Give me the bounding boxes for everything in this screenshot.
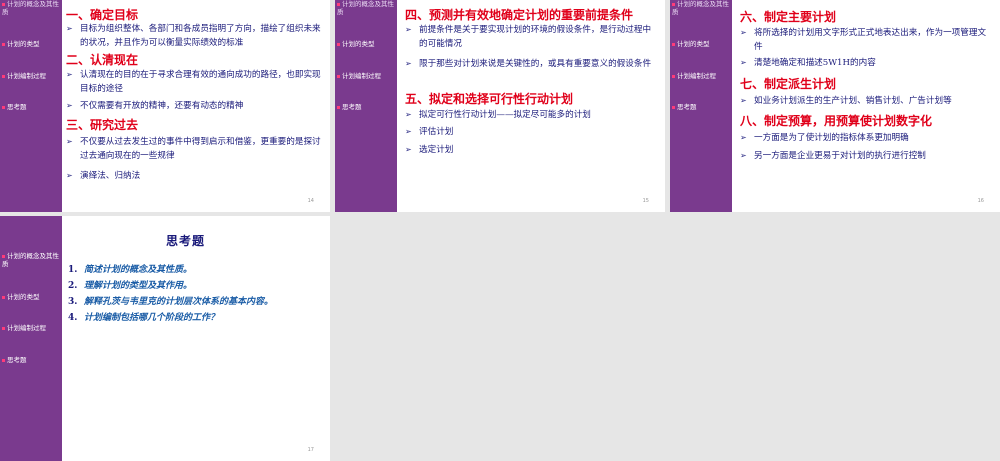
section-heading: 二、认清现在 bbox=[66, 53, 139, 67]
slide-sidebar: 计划的概念及其性质 计划的类型 计划编制过程 思考题 bbox=[335, 0, 397, 212]
arrow-bullet-icon: ➢ bbox=[405, 145, 412, 154]
slide-content: 六、制定主要计划 ➢ 将所选择的计划用文字形式正式地表达出来，作为一项管理文件 ➢… bbox=[732, 0, 1000, 212]
page-title: 思考题 bbox=[166, 234, 206, 248]
arrow-bullet-icon: ➢ bbox=[740, 133, 747, 142]
nav-item-questions[interactable]: 思考题 bbox=[672, 103, 732, 111]
page-number: 15 bbox=[642, 198, 649, 204]
bullet-item: ➢ 清楚地确定和描述5W1H的内容 bbox=[740, 58, 876, 68]
nav-item-process[interactable]: 计划编制过程 bbox=[337, 72, 397, 80]
slide-thumbnail-15[interactable]: 计划的概念及其性质 计划的类型 计划编制过程 思考题 四、预测并有效地确定计划的… bbox=[335, 0, 665, 212]
page-number: 14 bbox=[307, 198, 314, 204]
nav-item-types[interactable]: 计划的类型 bbox=[2, 293, 62, 301]
bullet-item: ➢ 不仅要从过去发生过的事件中得到启示和借鉴，更重要的是探讨过去通向现在的一些规律 bbox=[66, 137, 321, 161]
slide-thumbnail-17[interactable]: 计划的概念及其性质 计划的类型 计划编制过程 思考题 思考题 1. 简述计划的概念… bbox=[0, 216, 330, 461]
section-heading: 四、预测并有效地确定计划的重要前提条件 bbox=[405, 8, 634, 22]
section-heading: 一、确定目标 bbox=[66, 8, 139, 22]
nav-item-concept[interactable]: 计划的概念及其性质 bbox=[2, 252, 62, 268]
arrow-bullet-icon: ➢ bbox=[66, 137, 73, 146]
bullet-item: ➢ 认清现在的目的在于寻求合理有效的通向成功的路径，也即实现目标的途径 bbox=[66, 70, 321, 94]
bullet-item: ➢ 如业务计划派生的生产计划、销售计划、广告计划等 bbox=[740, 96, 952, 106]
arrow-bullet-icon: ➢ bbox=[740, 28, 747, 37]
page-number: 16 bbox=[977, 198, 984, 204]
arrow-bullet-icon: ➢ bbox=[740, 96, 747, 105]
nav-item-process[interactable]: 计划编制过程 bbox=[2, 72, 62, 80]
nav-item-types[interactable]: 计划的类型 bbox=[337, 40, 397, 48]
bullet-item: ➢ 不仅需要有开放的精神，还要有动态的精神 bbox=[66, 101, 244, 111]
section-heading: 八、制定预算，用预算使计划数字化 bbox=[740, 114, 933, 128]
bullet-item: ➢ 限于那些对计划来说是关键性的，或具有重要意义的假设条件 bbox=[405, 59, 652, 69]
slide-sidebar: 计划的概念及其性质 计划的类型 计划编制过程 思考题 bbox=[0, 0, 62, 212]
arrow-bullet-icon: ➢ bbox=[66, 101, 73, 110]
bullet-item: ➢ 评估计划 bbox=[405, 127, 454, 137]
bullet-item: ➢ 演绎法、归纳法 bbox=[66, 171, 141, 181]
nav-item-concept[interactable]: 计划的概念及其性质 bbox=[337, 0, 397, 16]
question-item: 3. 解释孔茨与韦里克的计划层次体系的基本内容。 bbox=[68, 297, 274, 307]
bullet-item: ➢ 拟定可行性行动计划——拟定尽可能多的计划 bbox=[405, 110, 591, 120]
nav-item-questions[interactable]: 思考题 bbox=[337, 103, 397, 111]
nav-item-concept[interactable]: 计划的概念及其性质 bbox=[2, 0, 62, 16]
bullet-item: ➢ 另一方面是企业更易于对计划的执行进行控制 bbox=[740, 151, 926, 161]
nav-item-types[interactable]: 计划的类型 bbox=[2, 40, 62, 48]
bullet-item: ➢ 一方面是为了使计划的指标体系更加明确 bbox=[740, 133, 909, 143]
slide-thumbnail-16[interactable]: 计划的概念及其性质 计划的类型 计划编制过程 思考题 六、制定主要计划 ➢ 将所选… bbox=[670, 0, 1000, 212]
arrow-bullet-icon: ➢ bbox=[405, 127, 412, 136]
nav-item-process[interactable]: 计划编制过程 bbox=[2, 324, 62, 332]
arrow-bullet-icon: ➢ bbox=[405, 59, 412, 68]
section-heading: 六、制定主要计划 bbox=[740, 10, 837, 24]
nav-item-concept[interactable]: 计划的概念及其性质 bbox=[672, 0, 732, 16]
bullet-item: ➢ 选定计划 bbox=[405, 145, 454, 155]
nav-item-questions[interactable]: 思考题 bbox=[2, 103, 62, 111]
nav-item-questions[interactable]: 思考题 bbox=[2, 356, 62, 364]
question-item: 1. 简述计划的概念及其性质。 bbox=[68, 265, 193, 275]
arrow-bullet-icon: ➢ bbox=[66, 171, 73, 180]
question-item: 2. 理解计划的类型及其作用。 bbox=[68, 281, 193, 291]
section-heading: 五、拟定和选择可行性行动计划 bbox=[405, 92, 574, 106]
arrow-bullet-icon: ➢ bbox=[740, 151, 747, 160]
arrow-bullet-icon: ➢ bbox=[66, 70, 73, 79]
arrow-bullet-icon: ➢ bbox=[740, 58, 747, 67]
nav-item-types[interactable]: 计划的类型 bbox=[672, 40, 732, 48]
bullet-item: ➢ 目标为组织整体、各部门和各成员指明了方向，描绘了组织未来的状况，并且作为可以衡… bbox=[66, 24, 321, 48]
slide-content: 四、预测并有效地确定计划的重要前提条件 ➢ 前提条件是关于要实现计划的环境的假设条… bbox=[397, 0, 665, 212]
arrow-bullet-icon: ➢ bbox=[66, 24, 73, 33]
section-heading: 三、研究过去 bbox=[66, 118, 139, 132]
slide-sidebar: 计划的概念及其性质 计划的类型 计划编制过程 思考题 bbox=[670, 0, 732, 212]
slide-sidebar: 计划的概念及其性质 计划的类型 计划编制过程 思考题 bbox=[0, 216, 62, 461]
nav-item-process[interactable]: 计划编制过程 bbox=[672, 72, 732, 80]
page-number: 17 bbox=[307, 447, 314, 453]
slide-content: 思考题 1. 简述计划的概念及其性质。 2. 理解计划的类型及其作用。 3. 解释孔茨… bbox=[62, 216, 330, 461]
question-item: 4. 计划编制包括哪几个阶段的工作？ bbox=[68, 313, 220, 323]
slide-thumbnail-14[interactable]: 计划的概念及其性质 计划的类型 计划编制过程 思考题 一、确定目标 ➢ 目标为组织… bbox=[0, 0, 330, 212]
arrow-bullet-icon: ➢ bbox=[405, 25, 412, 34]
slide-content: 一、确定目标 ➢ 目标为组织整体、各部门和各成员指明了方向，描绘了组织未来的状况，… bbox=[62, 0, 330, 212]
section-heading: 七、制定派生计划 bbox=[740, 77, 837, 91]
arrow-bullet-icon: ➢ bbox=[405, 110, 412, 119]
bullet-item: ➢ 将所选择的计划用文字形式正式地表达出来，作为一项管理文件 bbox=[740, 28, 987, 52]
bullet-item: ➢ 前提条件是关于要实现计划的环境的假设条件，是行动过程中的可能情况 bbox=[405, 25, 652, 49]
